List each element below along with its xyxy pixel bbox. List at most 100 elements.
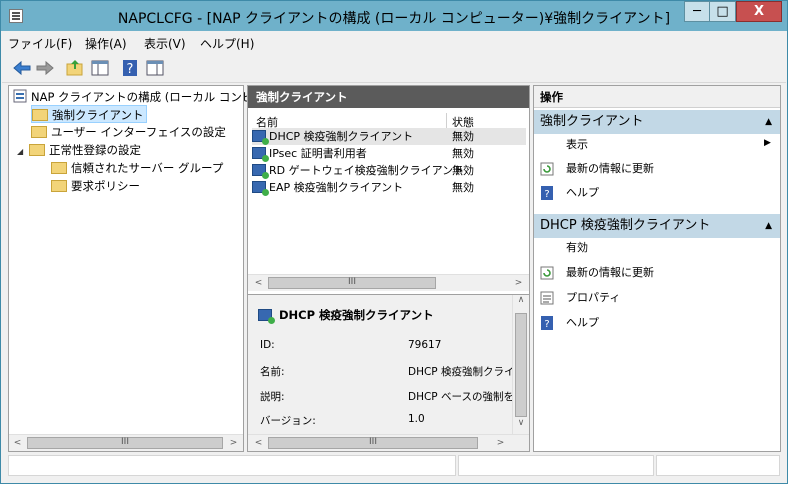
tree-item-request-policy[interactable]: 要求ポリシー — [51, 177, 140, 195]
scroll-right-icon[interactable]: > — [510, 275, 527, 291]
up-folder-icon[interactable] — [65, 58, 85, 78]
list-item-eap[interactable]: EAP 検疫強制クライアント 無効 — [252, 179, 526, 196]
scroll-thumb-vertical[interactable] — [515, 313, 527, 417]
help-icon: ? — [541, 186, 553, 200]
folder-icon — [51, 180, 67, 192]
action-enable[interactable]: 有効 — [566, 238, 588, 258]
folder-icon — [51, 162, 67, 174]
menu-file[interactable]: ファイル(F) — [8, 35, 72, 52]
menu-action[interactable]: 操作(A) — [85, 35, 127, 52]
console-icon — [13, 89, 27, 103]
detail-label-id: ID: — [260, 339, 275, 351]
forward-icon[interactable] — [35, 58, 55, 78]
toolbar: ? — [2, 53, 786, 83]
action-section-enforcement-clients[interactable]: 強制クライアント ▲ — [534, 110, 780, 134]
scroll-down-icon[interactable]: ∨ — [513, 418, 529, 434]
tree-item-health-registration[interactable]: ◢ 正常性登録の設定 — [17, 141, 141, 159]
action-view[interactable]: 表示 — [566, 135, 588, 155]
detail-horizontal-scrollbar[interactable]: < III > — [248, 434, 529, 451]
status-bar — [8, 453, 781, 479]
action-label: ヘルプ — [566, 186, 599, 199]
action-refresh[interactable]: 最新の情報に更新 — [566, 159, 654, 179]
scroll-up-icon[interactable]: ∧ — [513, 295, 529, 311]
detail-value-description: DHCP ベースの強制を — [408, 391, 513, 403]
list-item-dhcp[interactable]: DHCP 検疫強制クライアント 無効 — [252, 128, 526, 145]
result-pane: 強制クライアント 名前 状態 DHCP 検疫強制クライアント 無効 IPsec … — [247, 85, 530, 452]
action-refresh[interactable]: 最新の情報に更新 — [566, 263, 654, 283]
refresh-icon — [540, 266, 554, 280]
menu-help[interactable]: ヘルプ(H) — [200, 35, 254, 52]
status-cell — [656, 455, 780, 476]
action-label: 最新の情報に更新 — [566, 162, 654, 175]
list-item-ipsec[interactable]: IPsec 証明書利用者 無効 — [252, 145, 526, 162]
scroll-left-icon[interactable]: < — [250, 275, 267, 291]
action-section-title: 強制クライアント — [540, 114, 644, 129]
list-item-name: RD ゲートウェイ検疫強制クライアント — [269, 164, 465, 177]
menu-bar: ファイル(F) 操作(A) 表示(V) ヘルプ(H) — [2, 31, 786, 53]
list-item-status: 無効 — [452, 164, 474, 177]
show-hide-tree-icon[interactable] — [90, 58, 110, 78]
action-section-title: DHCP 検疫強制クライアント — [540, 218, 711, 233]
action-label: 表示 — [566, 138, 588, 151]
maximize-button[interactable]: □ — [710, 1, 736, 22]
column-header-name[interactable]: 名前 — [256, 114, 278, 129]
column-divider[interactable] — [446, 113, 447, 128]
result-pane-header: 強制クライアント — [248, 86, 529, 108]
list-item-status: 無効 — [452, 181, 474, 194]
detail-value-version: 1.0 — [408, 413, 425, 425]
submenu-arrow-icon: ▶ — [764, 138, 771, 148]
collapse-triangle-icon[interactable]: ▲ — [765, 214, 772, 238]
detail-label-description: 説明: — [260, 391, 285, 403]
tree-item-label: 信頼されたサーバー グループ — [71, 161, 224, 175]
svg-text:?: ? — [127, 62, 134, 77]
action-help[interactable]: ヘルプ — [566, 183, 599, 203]
client-icon — [258, 309, 275, 324]
svg-text:?: ? — [544, 189, 549, 200]
collapse-triangle-icon[interactable]: ▲ — [765, 110, 772, 134]
scroll-left-icon[interactable]: < — [250, 435, 267, 451]
action-pane: 操作 強制クライアント ▲ 表示 ▶ 最新の情報に更新 ? ヘルプ DHCP 検… — [533, 85, 781, 452]
back-icon[interactable] — [12, 58, 32, 78]
detail-title-row: DHCP 検疫強制クライアント — [258, 307, 434, 324]
window-title: NAPCLCFG - [NAP クライアントの構成 (ローカル コンピューター)… — [117, 11, 671, 27]
list-item-status: 無効 — [452, 130, 474, 143]
action-label: プロパティ — [566, 291, 621, 304]
list-horizontal-scrollbar[interactable]: < III > — [248, 274, 529, 291]
scroll-thumb[interactable]: III — [268, 437, 478, 449]
help-icon[interactable]: ? — [120, 58, 140, 78]
detail-label-version: バージョン: — [260, 415, 316, 427]
folder-open-icon — [32, 109, 48, 121]
scroll-right-icon[interactable]: > — [225, 435, 242, 451]
action-label: 有効 — [566, 241, 588, 254]
action-section-dhcp-client[interactable]: DHCP 検疫強制クライアント ▲ — [534, 214, 780, 238]
action-properties[interactable]: プロパティ — [566, 288, 620, 308]
tree-root-label: NAP クライアントの構成 (ローカル コンピュー — [31, 90, 277, 104]
svg-text:?: ? — [544, 319, 549, 330]
client-icon — [252, 164, 269, 179]
scroll-thumb[interactable]: III — [268, 277, 436, 289]
column-header-status[interactable]: 状態 — [452, 114, 474, 129]
tree-item-trusted-server-groups[interactable]: 信頼されたサーバー グループ — [51, 159, 223, 177]
minimize-button[interactable]: ─ — [684, 1, 710, 22]
action-label: 最新の情報に更新 — [566, 266, 654, 279]
properties-icon — [540, 291, 554, 305]
scroll-right-icon[interactable]: > — [492, 435, 509, 451]
detail-title: DHCP 検疫強制クライアント — [279, 308, 434, 322]
tree-root[interactable]: NAP クライアントの構成 (ローカル コンピュー — [13, 88, 276, 106]
close-button[interactable]: X — [736, 1, 782, 22]
scroll-left-icon[interactable]: < — [9, 435, 26, 451]
scroll-thumb[interactable]: III — [27, 437, 223, 449]
status-cell — [8, 455, 456, 476]
tree-item-ui-settings[interactable]: ユーザー インターフェイスの設定 — [31, 123, 226, 141]
collapse-icon[interactable]: ◢ — [17, 143, 29, 161]
list-item-name: EAP 検疫強制クライアント — [269, 181, 404, 194]
action-help[interactable]: ヘルプ — [566, 313, 599, 333]
list-item-rd-gateway[interactable]: RD ゲートウェイ検疫強制クライアント 無効 — [252, 162, 526, 179]
menu-view[interactable]: 表示(V) — [144, 35, 186, 52]
tree-horizontal-scrollbar[interactable]: < III > — [9, 434, 243, 451]
tree-item-enforcement-clients[interactable]: 強制クライアント — [31, 105, 147, 123]
help-icon: ? — [541, 316, 553, 330]
title-bar: NAPCLCFG - [NAP クライアントの構成 (ローカル コンピューター)… — [1, 1, 787, 31]
detail-vertical-scrollbar[interactable]: ∧ ∨ — [512, 295, 529, 435]
show-action-pane-icon[interactable] — [145, 58, 165, 78]
